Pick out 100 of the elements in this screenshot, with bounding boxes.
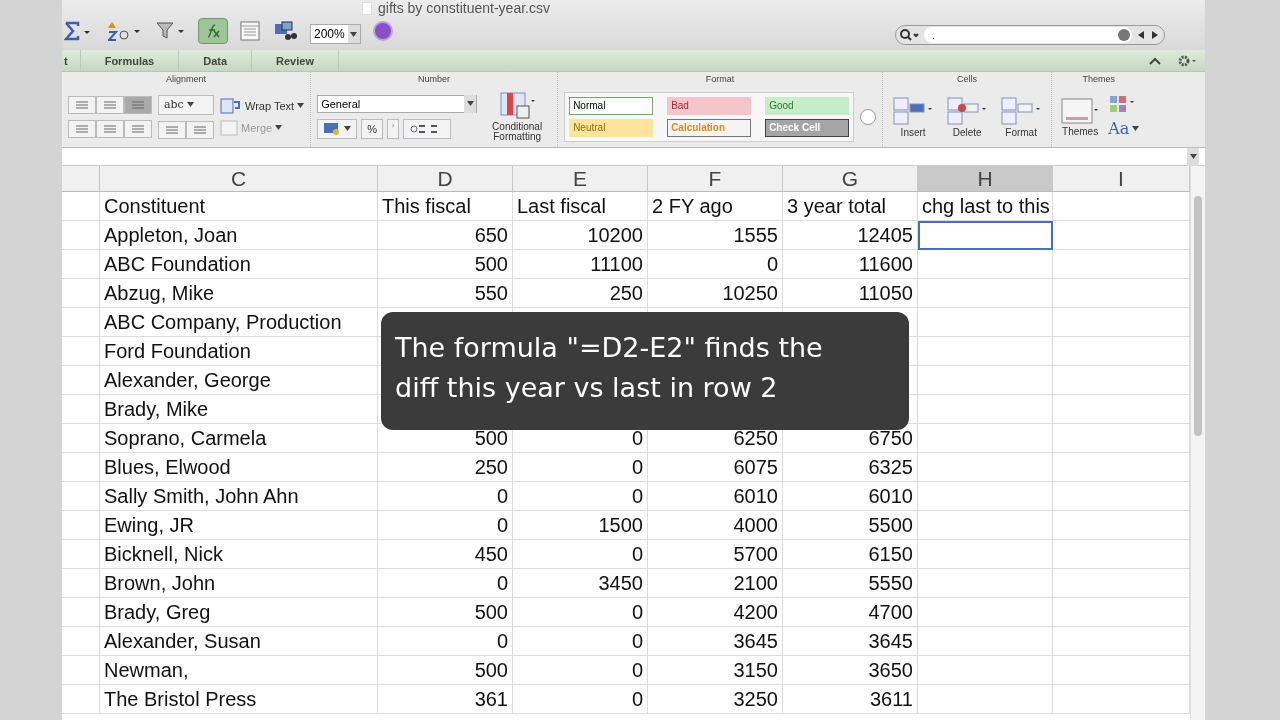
table-cell <box>62 569 100 598</box>
cell-style[interactable]: Normal <box>569 96 654 115</box>
ribbon-tab[interactable]: Review <box>252 50 339 71</box>
table-cell: 361 <box>378 685 513 714</box>
caret-icon <box>1132 126 1140 131</box>
previous-icon[interactable] <box>1136 30 1146 40</box>
formula-builder-button[interactable] <box>198 18 228 44</box>
sort-icon <box>108 20 142 42</box>
table-cell: Appleton, Joan <box>100 221 378 250</box>
column-header[interactable]: E <box>513 166 648 192</box>
table-cell <box>62 540 100 569</box>
indent-button[interactable] <box>158 120 186 139</box>
conditional-formatting-button[interactable]: Conditional Formatting <box>483 91 552 142</box>
table-cell: 3650 <box>783 656 918 685</box>
caption-overlay: The formula "=D2-E2" finds the diff this year vs last in row 2 <box>381 312 909 430</box>
table-cell: 0 <box>513 656 648 685</box>
orientation-button[interactable]: abc <box>158 94 214 115</box>
table-cell <box>62 366 100 395</box>
table-cell: 6075 <box>648 453 783 482</box>
table-icon <box>497 91 538 120</box>
column-header[interactable]: H <box>918 166 1053 192</box>
table-cell: 5550 <box>783 569 918 598</box>
search-field[interactable]: . <box>895 25 1165 45</box>
align-button[interactable] <box>68 119 96 138</box>
align-button[interactable] <box>96 95 124 114</box>
column-header[interactable]: D <box>378 166 513 192</box>
table-cell: 12405 <box>783 221 918 250</box>
decimal-button[interactable] <box>402 118 451 139</box>
table-cell <box>62 424 100 453</box>
cells-icon <box>1000 95 1043 126</box>
cells-icon <box>946 95 989 126</box>
more-icon[interactable] <box>860 108 877 125</box>
table-cell: 250 <box>513 279 648 308</box>
collapse-icon[interactable] <box>1149 56 1161 65</box>
table-cell: Sally Smith, John Ahn <box>100 482 378 511</box>
ribbon-tab[interactable]: Data <box>179 50 253 71</box>
indent-icon <box>193 125 207 134</box>
active-cell[interactable] <box>918 221 1053 250</box>
funnel-icon <box>156 21 186 41</box>
table-cell <box>62 250 100 279</box>
table-cell: 1555 <box>648 221 783 250</box>
cells-button[interactable]: Format <box>997 95 1046 138</box>
caret-icon <box>1189 154 1197 159</box>
align-left-icon <box>75 124 89 133</box>
column-header[interactable]: F <box>648 166 783 192</box>
cells-icon <box>892 95 935 126</box>
column-header[interactable]: C <box>100 166 378 192</box>
clear-icon[interactable] <box>1118 29 1130 41</box>
next-icon[interactable] <box>1150 30 1160 40</box>
table-cell: 3645 <box>648 627 783 656</box>
table-cell: 4200 <box>648 598 783 627</box>
cell-style[interactable]: Neutral <box>569 118 654 137</box>
table-cell <box>62 482 100 511</box>
percent-button[interactable]: % <box>361 118 383 139</box>
table-cell: 5500 <box>783 511 918 540</box>
table-cell <box>62 308 100 337</box>
caret-icon <box>466 101 474 106</box>
table-cell: 0 <box>378 627 513 656</box>
cell-style[interactable]: Bad <box>667 96 752 115</box>
table-cell: 6010 <box>783 482 918 511</box>
cells-button[interactable]: Insert <box>889 95 938 138</box>
scrollbar[interactable] <box>1190 166 1205 720</box>
table-cell: Blues, Elwood <box>100 453 378 482</box>
table-cell: 11050 <box>783 279 918 308</box>
align-button[interactable] <box>124 119 152 138</box>
table-cell: 0 <box>513 453 648 482</box>
number-format-field[interactable]: General <box>317 94 478 113</box>
align-button[interactable] <box>124 95 152 114</box>
table-cell: Brown, John <box>100 569 378 598</box>
themes-button[interactable]: Themes <box>1058 96 1103 137</box>
align-button[interactable] <box>96 119 124 138</box>
cell-style[interactable]: Good <box>765 96 850 115</box>
wrap-text-button[interactable]: Wrap Text <box>220 97 305 114</box>
column-header[interactable]: G <box>783 166 918 192</box>
table-cell <box>62 221 100 250</box>
comma-button[interactable]: ͗ <box>386 118 399 139</box>
table-cell: 650 <box>378 221 513 250</box>
merge-icon <box>220 119 238 136</box>
table-cell: 5700 <box>648 540 783 569</box>
table-cell: 500 <box>378 598 513 627</box>
cells-button[interactable]: Delete <box>943 95 992 138</box>
table-cell: 3645 <box>783 627 918 656</box>
caret-icon <box>344 126 352 131</box>
caret-icon <box>297 103 305 108</box>
column-header[interactable]: I <box>1053 166 1190 192</box>
ribbon-tab[interactable]: t <box>62 50 81 71</box>
align-middle-icon <box>103 100 117 109</box>
currency-button[interactable] <box>317 118 358 139</box>
table-cell <box>62 627 100 656</box>
indent-button[interactable] <box>186 120 214 139</box>
gallery-button[interactable] <box>238 18 262 44</box>
table-cell: chg last to this <box>918 192 1053 221</box>
table-cell: 250 <box>378 453 513 482</box>
table-cell: 0 <box>378 569 513 598</box>
ribbon-tab[interactable]: Formulas <box>80 50 180 71</box>
table-cell: This fiscal <box>378 192 513 221</box>
table-cell: 4700 <box>783 598 918 627</box>
theme-fonts-button[interactable]: Aa <box>1108 119 1140 138</box>
align-button[interactable] <box>68 95 96 114</box>
zoom-field[interactable]: 200% <box>310 24 361 44</box>
